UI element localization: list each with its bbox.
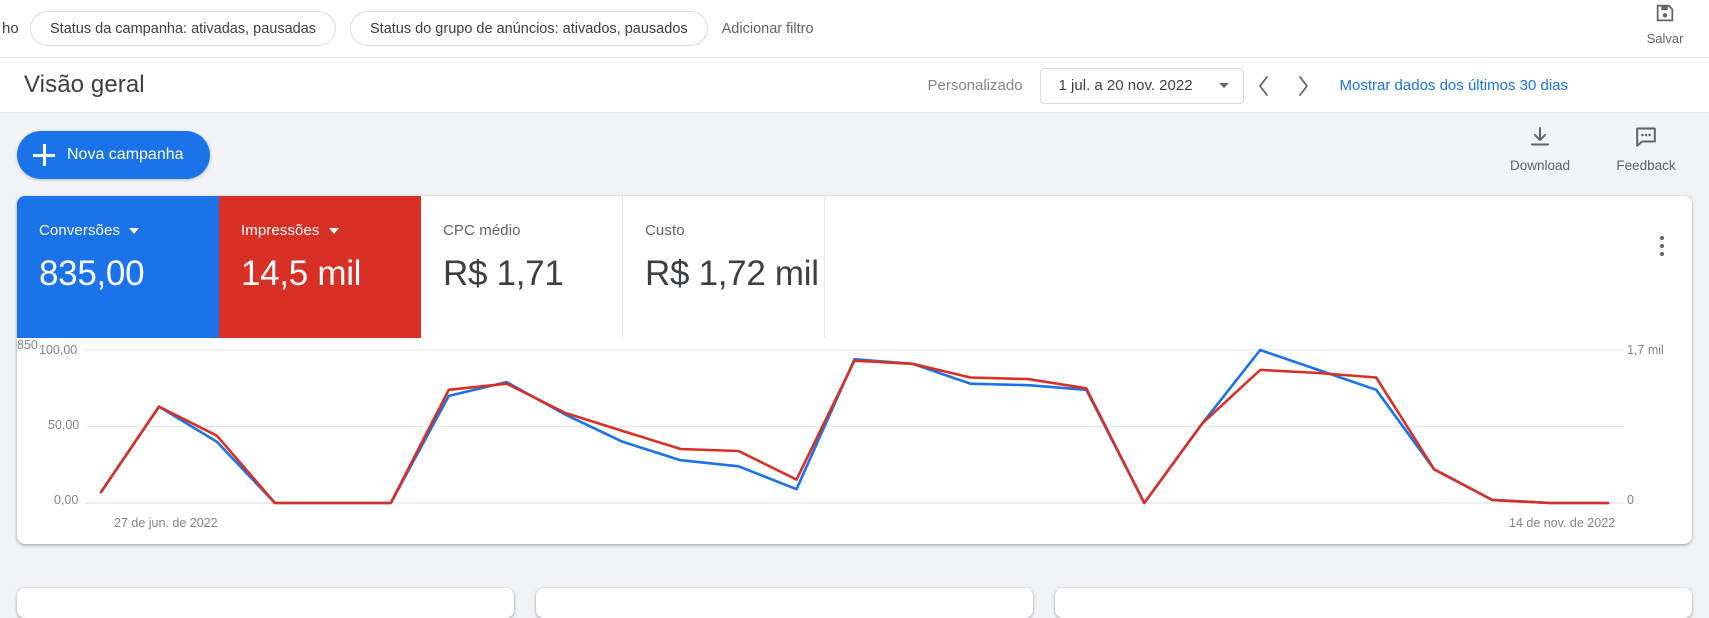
add-filter-button[interactable]: Adicionar filtro xyxy=(722,21,814,37)
chevron-left-icon xyxy=(1259,75,1268,96)
download-label: Download xyxy=(1509,158,1571,173)
scorecard-impressoes-value: 14,5 mil xyxy=(241,254,362,293)
scorecard-impressoes-label-row: Impressões xyxy=(241,222,421,239)
save-button[interactable]: Salvar xyxy=(1629,2,1701,46)
action-strip: Nova campanha Download Feedback xyxy=(0,113,1709,186)
scorecard-conversoes-label-row: Conversões xyxy=(39,222,219,239)
date-range-controls: Personalizado 1 jul. a 20 nov. 2022 Most… xyxy=(927,58,1568,113)
next-period-button[interactable] xyxy=(1284,66,1324,106)
bottom-card-3[interactable] xyxy=(1055,588,1692,618)
save-label: Salvar xyxy=(1646,31,1684,46)
scorecard-cpc-medio-value: R$ 1,71 xyxy=(443,254,564,293)
chevron-right-icon xyxy=(1299,75,1308,96)
bottom-card-2[interactable] xyxy=(536,588,1033,618)
save-floppy-icon xyxy=(1654,2,1676,29)
x-axis-tick-start: 27 de jun. de 2022 xyxy=(114,516,218,530)
toolbar: Download Feedback xyxy=(1501,125,1685,173)
scorecard-conversoes-label: Conversões xyxy=(39,222,121,239)
page-header: Visão geral Personalizado 1 jul. a 20 no… xyxy=(0,58,1709,113)
scorecard-row: Conversões 835,00 Impressões 14,5 mil CP… xyxy=(17,196,1692,338)
scorecard-impressoes-label: Impressões xyxy=(241,222,320,239)
new-campaign-button[interactable]: Nova campanha xyxy=(17,131,210,179)
filter-chip-campaign-status-label: Status da campanha: ativadas, pausadas xyxy=(50,20,317,37)
chart-canvas xyxy=(85,348,1624,505)
x-axis-tick-end: 14 de nov. de 2022 xyxy=(1509,516,1616,530)
chevron-down-icon[interactable] xyxy=(129,227,140,234)
metrics-line-chart: 100,00 50,00 0,00 1,7 mil 850 0 27 de ju… xyxy=(17,338,1692,544)
scorecard-cpc-medio[interactable]: CPC médio R$ 1,71 xyxy=(421,196,623,338)
feedback-button[interactable]: Feedback xyxy=(1607,125,1685,173)
plus-icon xyxy=(33,144,55,166)
scorecard-custo-value: R$ 1,72 mil xyxy=(645,254,819,293)
date-range-value: 1 jul. a 20 nov. 2022 xyxy=(1058,77,1193,94)
feedback-icon xyxy=(1634,125,1658,154)
date-mode-label: Personalizado xyxy=(927,77,1023,94)
scorecard-conversoes[interactable]: Conversões 835,00 xyxy=(17,196,219,338)
left-axis-tick-1: 50,00 xyxy=(48,418,80,432)
right-axis-tick-1: 850 xyxy=(17,338,38,352)
left-axis-tick-2: 0,00 xyxy=(54,493,79,507)
filter-chip-campaign-status[interactable]: Status da campanha: ativadas, pausadas xyxy=(30,11,337,46)
right-axis-tick-0: 1,7 mil xyxy=(1627,343,1664,357)
right-axis-tick-2: 0 xyxy=(1627,493,1634,507)
date-range-select[interactable]: 1 jul. a 20 nov. 2022 xyxy=(1039,67,1244,104)
left-axis-tick-0: 100,00 xyxy=(39,343,78,357)
scorecard-custo-label: Custo xyxy=(645,222,685,239)
kebab-menu-icon[interactable] xyxy=(1648,226,1676,266)
chevron-down-icon xyxy=(1218,83,1229,88)
scorecard-conversoes-value: 835,00 xyxy=(39,254,145,293)
filter-chip-adgroup-status[interactable]: Status do grupo de anúncios: ativados, p… xyxy=(350,11,708,46)
filter-chip-adgroup-status-label: Status do grupo de anúncios: ativados, p… xyxy=(370,20,688,37)
filter-bar: ho Status da campanha: ativadas, pausada… xyxy=(0,0,1709,58)
bottom-card-row xyxy=(0,588,1709,618)
chevron-down-icon[interactable] xyxy=(328,227,339,234)
scorecard-custo-label-row: Custo xyxy=(645,222,824,239)
overview-chart-card: Conversões 835,00 Impressões 14,5 mil CP… xyxy=(17,196,1692,544)
feedback-label: Feedback xyxy=(1616,158,1676,173)
truncated-left-text: ho xyxy=(2,20,19,37)
scorecard-impressoes[interactable]: Impressões 14,5 mil xyxy=(219,196,421,338)
scorecard-cpc-medio-label: CPC médio xyxy=(443,222,521,239)
bottom-card-1[interactable] xyxy=(17,588,514,618)
download-icon xyxy=(1528,125,1552,154)
show-last-30-days-link[interactable]: Mostrar dados dos últimos 30 dias xyxy=(1340,77,1568,94)
download-button[interactable]: Download xyxy=(1501,125,1579,173)
new-campaign-label: Nova campanha xyxy=(67,146,184,163)
scorecard-custo[interactable]: Custo R$ 1,72 mil xyxy=(623,196,825,338)
previous-period-button[interactable] xyxy=(1244,66,1284,106)
scorecard-cpc-medio-label-row: CPC médio xyxy=(443,222,622,239)
page-title: Visão geral xyxy=(24,71,145,98)
